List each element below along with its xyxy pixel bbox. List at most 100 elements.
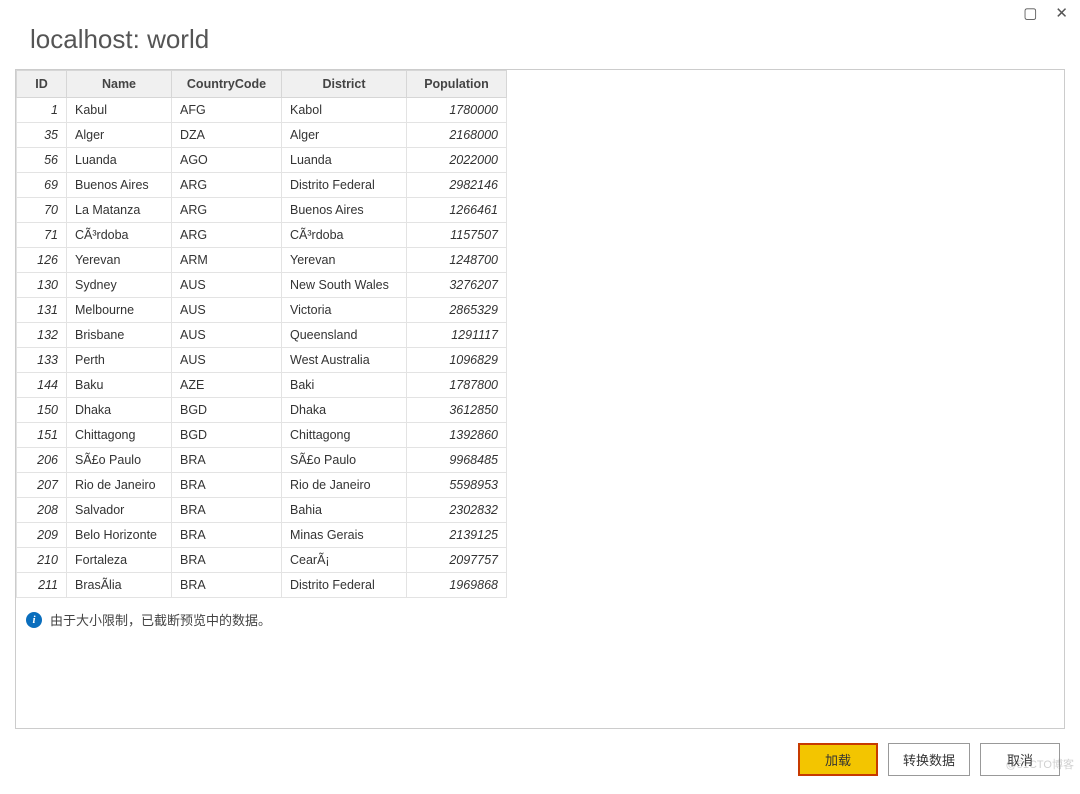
maximize-icon[interactable]: ▢ [1023, 6, 1037, 21]
cell-name: Sydney [67, 273, 172, 298]
cancel-button[interactable]: 取消 [980, 743, 1060, 776]
cell-id: 70 [17, 198, 67, 223]
transform-button[interactable]: 转换数据 [888, 743, 970, 776]
cell-id: 56 [17, 148, 67, 173]
cell-id: 207 [17, 473, 67, 498]
cell-name: Kabul [67, 98, 172, 123]
cell-name: Chittagong [67, 423, 172, 448]
table-row[interactable]: 209Belo HorizonteBRAMinas Gerais2139125 [17, 523, 507, 548]
table-row[interactable]: 70La MatanzaARGBuenos Aires1266461 [17, 198, 507, 223]
cell-population: 1787800 [407, 373, 507, 398]
cell-district: Dhaka [282, 398, 407, 423]
cell-name: Perth [67, 348, 172, 373]
table-row[interactable]: 151ChittagongBGDChittagong1392860 [17, 423, 507, 448]
cell-district: CÃ³rdoba [282, 223, 407, 248]
cell-countrycode: BRA [172, 548, 282, 573]
cell-id: 211 [17, 573, 67, 598]
table-row[interactable]: 35AlgerDZAAlger2168000 [17, 123, 507, 148]
cell-countrycode: AUS [172, 348, 282, 373]
cell-id: 126 [17, 248, 67, 273]
col-header-id[interactable]: ID [17, 71, 67, 98]
cell-countrycode: ARG [172, 198, 282, 223]
info-icon: i [26, 612, 42, 628]
cell-district: Baki [282, 373, 407, 398]
cell-id: 1 [17, 98, 67, 123]
cell-countrycode: AGO [172, 148, 282, 173]
table-row[interactable]: 56LuandaAGOLuanda2022000 [17, 148, 507, 173]
table-row[interactable]: 132BrisbaneAUSQueensland1291117 [17, 323, 507, 348]
cell-id: 151 [17, 423, 67, 448]
cell-id: 150 [17, 398, 67, 423]
cell-district: Buenos Aires [282, 198, 407, 223]
col-header-population[interactable]: Population [407, 71, 507, 98]
table-row[interactable]: 207Rio de JaneiroBRARio de Janeiro559895… [17, 473, 507, 498]
col-header-name[interactable]: Name [67, 71, 172, 98]
truncation-notice: i 由于大小限制，已截断预览中的数据。 [16, 598, 1064, 641]
table-row[interactable]: 211BrasÃ­liaBRADistrito Federal1969868 [17, 573, 507, 598]
table-row[interactable]: 1KabulAFGKabol1780000 [17, 98, 507, 123]
data-table-wrap: ID Name CountryCode District Population … [16, 70, 1064, 598]
table-row[interactable]: 210FortalezaBRACearÃ¡2097757 [17, 548, 507, 573]
cell-district: West Australia [282, 348, 407, 373]
cell-countrycode: AFG [172, 98, 282, 123]
cell-district: Chittagong [282, 423, 407, 448]
cell-id: 130 [17, 273, 67, 298]
cell-district: Rio de Janeiro [282, 473, 407, 498]
col-header-district[interactable]: District [282, 71, 407, 98]
cell-population: 2022000 [407, 148, 507, 173]
cell-population: 2982146 [407, 173, 507, 198]
cell-population: 1248700 [407, 248, 507, 273]
cell-population: 1291117 [407, 323, 507, 348]
table-row[interactable]: 71CÃ³rdobaARGCÃ³rdoba1157507 [17, 223, 507, 248]
cell-countrycode: BGD [172, 423, 282, 448]
cell-name: La Matanza [67, 198, 172, 223]
cell-name: CÃ³rdoba [67, 223, 172, 248]
cell-id: 208 [17, 498, 67, 523]
cell-district: Luanda [282, 148, 407, 173]
cell-countrycode: BRA [172, 448, 282, 473]
cell-name: Dhaka [67, 398, 172, 423]
cell-population: 2097757 [407, 548, 507, 573]
cell-name: Belo Horizonte [67, 523, 172, 548]
cell-district: Minas Gerais [282, 523, 407, 548]
cell-population: 9968485 [407, 448, 507, 473]
cell-population: 2139125 [407, 523, 507, 548]
table-row[interactable]: 130SydneyAUSNew South Wales3276207 [17, 273, 507, 298]
cell-population: 1969868 [407, 573, 507, 598]
cell-district: New South Wales [282, 273, 407, 298]
cell-district: Bahia [282, 498, 407, 523]
cell-name: Fortaleza [67, 548, 172, 573]
cell-name: Salvador [67, 498, 172, 523]
table-row[interactable]: 150DhakaBGDDhaka3612850 [17, 398, 507, 423]
cell-id: 206 [17, 448, 67, 473]
cell-population: 3612850 [407, 398, 507, 423]
window-controls: ▢ ✕ [1023, 6, 1068, 21]
cell-district: CearÃ¡ [282, 548, 407, 573]
table-row[interactable]: 69Buenos AiresARGDistrito Federal2982146 [17, 173, 507, 198]
cell-district: Victoria [282, 298, 407, 323]
cell-name: Yerevan [67, 248, 172, 273]
cell-name: SÃ£o Paulo [67, 448, 172, 473]
table-header-row: ID Name CountryCode District Population [17, 71, 507, 98]
close-icon[interactable]: ✕ [1055, 6, 1068, 21]
table-row[interactable]: 131MelbourneAUSVictoria2865329 [17, 298, 507, 323]
load-button[interactable]: 加载 [798, 743, 878, 776]
cell-district: Queensland [282, 323, 407, 348]
cell-district: SÃ£o Paulo [282, 448, 407, 473]
table-row[interactable]: 133PerthAUSWest Australia1096829 [17, 348, 507, 373]
cell-countrycode: AZE [172, 373, 282, 398]
table-row[interactable]: 126YerevanARMYerevan1248700 [17, 248, 507, 273]
cell-district: Yerevan [282, 248, 407, 273]
cell-population: 1096829 [407, 348, 507, 373]
table-row[interactable]: 208SalvadorBRABahia2302832 [17, 498, 507, 523]
cell-id: 71 [17, 223, 67, 248]
cell-countrycode: AUS [172, 323, 282, 348]
table-row[interactable]: 206SÃ£o PauloBRASÃ£o Paulo9968485 [17, 448, 507, 473]
cell-district: Kabol [282, 98, 407, 123]
cell-population: 2168000 [407, 123, 507, 148]
cell-name: Baku [67, 373, 172, 398]
col-header-countrycode[interactable]: CountryCode [172, 71, 282, 98]
cell-name: Luanda [67, 148, 172, 173]
cell-id: 131 [17, 298, 67, 323]
table-row[interactable]: 144BakuAZEBaki1787800 [17, 373, 507, 398]
